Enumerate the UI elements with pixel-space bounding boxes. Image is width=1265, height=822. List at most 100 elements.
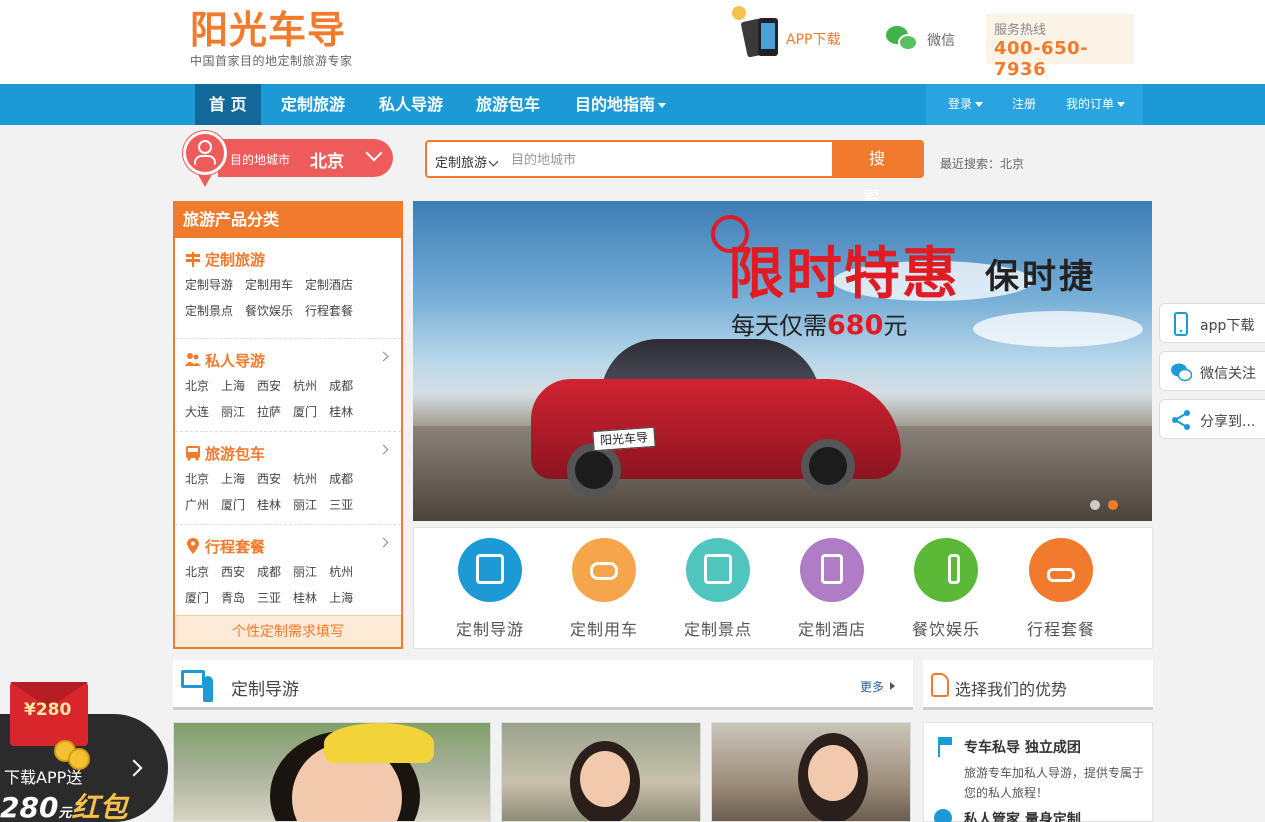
phone-icon: [1174, 312, 1188, 336]
my-orders-menu[interactable]: 我的订单: [1066, 84, 1126, 125]
caret-down-icon: [1117, 102, 1126, 107]
guide-photos: [173, 722, 913, 822]
nav-charter-car[interactable]: 旅游包车: [462, 84, 554, 125]
category-link[interactable]: 丽江: [293, 559, 317, 585]
category-link[interactable]: 杭州: [293, 466, 317, 492]
category-link[interactable]: 成都: [329, 466, 353, 492]
service-custom-scenic[interactable]: 定制景点: [668, 538, 768, 640]
category-link[interactable]: 定制酒店: [305, 272, 353, 298]
category-link[interactable]: 桂林: [257, 492, 281, 518]
service-custom-car[interactable]: 定制用车: [554, 538, 654, 640]
guide-photo[interactable]: [173, 722, 491, 822]
category-link[interactable]: 三亚: [329, 492, 353, 518]
category-link[interactable]: 广州: [185, 492, 209, 518]
location-pin-icon: [187, 538, 199, 554]
category-link[interactable]: 杭州: [293, 373, 317, 399]
float-app-download[interactable]: app下载: [1159, 303, 1265, 343]
category-title[interactable]: 旅游包车: [185, 443, 265, 464]
site-logo[interactable]: 阳光车导 中国首家目的地定制旅游专家: [190, 8, 353, 69]
category-title[interactable]: 定制旅游: [185, 249, 265, 270]
register-link[interactable]: 注册: [1012, 84, 1036, 125]
wechat-link[interactable]: 微信: [886, 26, 955, 54]
nav-home[interactable]: 首 页: [195, 84, 261, 125]
chevron-right-icon[interactable]: [378, 537, 389, 548]
category-title[interactable]: 行程套餐: [185, 536, 265, 557]
service-custom-guide[interactable]: 定制导游: [440, 538, 540, 640]
category-section-itinerary: 行程套餐 北京 西安 成都 丽江 杭州厦门 青岛 三亚 桂林 上海: [175, 525, 401, 617]
category-panel-title: 旅游产品分类: [175, 203, 401, 238]
carousel-dot[interactable]: [1090, 500, 1100, 510]
nav-private-guide[interactable]: 私人导游: [365, 84, 457, 125]
chevron-down-icon: [365, 144, 383, 162]
float-share[interactable]: 分享到...: [1159, 399, 1265, 439]
category-link[interactable]: 杭州: [329, 559, 353, 585]
advantages-list: 专车私导 独立成团 旅游专车加私人导游，提供专属于您的私人旅程！ 私人管家 量身…: [923, 722, 1153, 822]
main-nav: 首 页 定制旅游 私人导游 旅游包车 目的地指南 登录 注册 我的订单: [0, 84, 1265, 125]
category-link[interactable]: 丽江: [293, 492, 317, 518]
login-label: 登录: [948, 97, 973, 111]
chevron-right-icon[interactable]: [378, 351, 389, 362]
category-link[interactable]: 丽江: [221, 399, 245, 425]
chevron-right-icon[interactable]: [378, 444, 389, 455]
search-input[interactable]: [511, 148, 829, 172]
category-link[interactable]: 上海: [221, 373, 245, 399]
search-type-select[interactable]: 定制旅游: [435, 152, 499, 171]
login-menu[interactable]: 登录: [948, 84, 984, 125]
app-download-link[interactable]: APP下载: [728, 6, 852, 62]
category-link[interactable]: 北京: [185, 559, 209, 585]
category-section-private-guide: 私人导游 北京 上海 西安 杭州 成都大连 丽江 拉萨 厦门 桂林: [175, 339, 401, 432]
category-link[interactable]: 餐饮娱乐: [245, 298, 293, 324]
category-link[interactable]: 西安: [257, 373, 281, 399]
wechat-icon: [886, 26, 920, 54]
category-link[interactable]: 成都: [329, 373, 353, 399]
category-links: 北京 西安 成都 丽江 杭州厦门 青岛 三亚 桂林 上海: [185, 559, 385, 611]
category-links: 北京 上海 西安 杭州 成都广州 厦门 桂林 丽江 三亚: [185, 466, 385, 518]
category-link[interactable]: 大连: [185, 399, 209, 425]
category-link[interactable]: 厦门: [185, 585, 209, 611]
search-button[interactable]: 搜 索: [832, 140, 924, 206]
service-dining[interactable]: 餐饮娱乐: [896, 538, 996, 640]
custom-request-link[interactable]: 个性定制需求填写: [175, 615, 401, 647]
guide-icon: [181, 670, 215, 702]
category-link[interactable]: 成都: [257, 559, 281, 585]
carousel-dot-active[interactable]: [1108, 500, 1118, 510]
category-title[interactable]: 私人导游: [185, 350, 265, 371]
category-link[interactable]: 定制景点: [185, 298, 233, 324]
category-link[interactable]: 西安: [221, 559, 245, 585]
nav-destination-guide[interactable]: 目的地指南: [561, 84, 680, 125]
category-link[interactable]: 厦门: [293, 399, 317, 425]
category-link[interactable]: 拉萨: [257, 399, 281, 425]
car-image: 阳光车导: [531, 339, 911, 509]
guide-photo[interactable]: [501, 722, 701, 822]
recent-searches[interactable]: 最近搜索：北京: [940, 155, 1024, 172]
top-header: 阳光车导 中国首家目的地定制旅游专家 APP下载 微信 服务热线 400-650…: [0, 0, 1265, 84]
city-selector[interactable]: 目的地城市 北京: [218, 139, 393, 177]
category-link[interactable]: 定制导游: [185, 272, 233, 298]
category-link[interactable]: 北京: [185, 466, 209, 492]
float-share-label: 分享到...: [1200, 414, 1256, 430]
search-box: 定制旅游 搜 索: [425, 140, 924, 206]
promo-banner[interactable]: 限时特惠 保时捷 每天仅需680元 阳光车导: [413, 201, 1152, 521]
more-label: 更多: [859, 680, 884, 694]
service-custom-hotel[interactable]: 定制酒店: [782, 538, 882, 640]
category-link[interactable]: 上海: [329, 585, 353, 611]
category-link[interactable]: 三亚: [257, 585, 281, 611]
banner-price-prefix: 每天仅需: [731, 312, 827, 340]
category-link[interactable]: 上海: [221, 466, 245, 492]
service-itinerary[interactable]: 行程套餐: [1011, 538, 1111, 640]
category-link[interactable]: 青岛: [221, 585, 245, 611]
category-link[interactable]: 桂林: [329, 399, 353, 425]
category-link[interactable]: 厦门: [221, 492, 245, 518]
float-wechat-follow[interactable]: 微信关注: [1159, 351, 1265, 391]
service-label: 餐饮娱乐: [911, 620, 980, 639]
category-link[interactable]: 北京: [185, 373, 209, 399]
guide-photo[interactable]: [711, 722, 911, 822]
category-link[interactable]: 行程套餐: [305, 298, 353, 324]
category-link[interactable]: 桂林: [293, 585, 317, 611]
caret-down-icon: [975, 102, 984, 107]
category-link[interactable]: 西安: [257, 466, 281, 492]
hotline-label: 服务热线: [994, 23, 1047, 38]
category-link[interactable]: 定制用车: [245, 272, 293, 298]
nav-custom-travel[interactable]: 定制旅游: [267, 84, 359, 125]
more-link[interactable]: 更多: [860, 678, 895, 695]
